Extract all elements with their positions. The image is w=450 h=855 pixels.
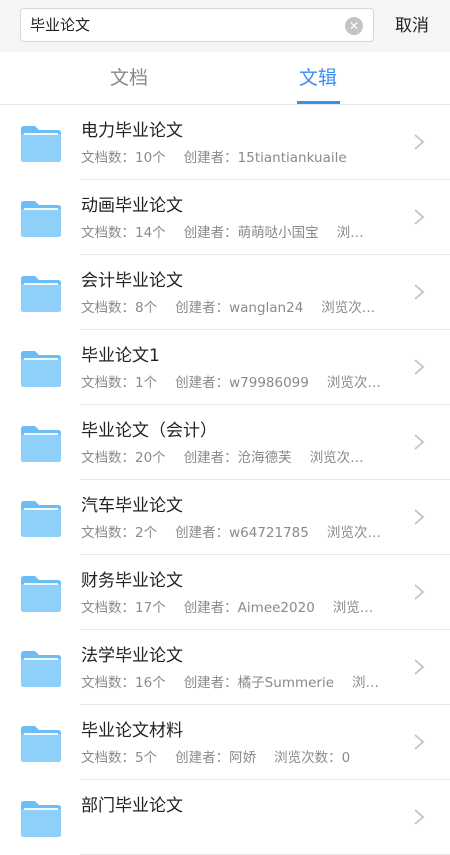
item-title: 财务毕业论文 (81, 571, 183, 591)
creator: 创建者：橘子Summerie (183, 675, 335, 691)
creator: 创建者：w79986099 (175, 375, 309, 391)
item-title: 法学毕业论文 (81, 646, 183, 666)
views: 浏… (336, 225, 364, 241)
views: 浏览… (332, 600, 374, 616)
doc-count: 文档数：2个 (81, 525, 158, 541)
doc-count: 文档数：16个 (81, 675, 166, 691)
list-item[interactable]: 毕业论文材料文档数：5个 创建者：阿娇 浏览次数：0 (0, 705, 450, 780)
item-meta: 文档数：16个 创建者：橘子Summerie 浏… (81, 674, 391, 692)
chevron-right-icon (413, 658, 425, 676)
item-meta: 文档数：10个 创建者：15tiantiankuaile (81, 149, 391, 167)
creator: 创建者：wanglan24 (175, 300, 304, 316)
chevron-right-icon (413, 358, 425, 376)
doc-count: 文档数：8个 (81, 300, 158, 316)
search-input-value[interactable]: 毕业论文 (30, 16, 90, 34)
folder-icon (20, 348, 62, 388)
search-bar-area: 毕业论文 ✕ 取消 (0, 0, 450, 52)
creator: 创建者：w64721785 (175, 525, 309, 541)
chevron-right-icon (413, 808, 425, 826)
folder-icon (20, 423, 62, 463)
tab-bar: 文档 文辑 (0, 52, 450, 105)
item-title: 毕业论文材料 (81, 721, 183, 741)
item-meta: 文档数：1个 创建者：w79986099 浏览次… (81, 374, 391, 392)
tab-documents[interactable]: 文档 (110, 66, 148, 90)
item-meta: 文档数：20个 创建者：沧海德芙 浏览次… (81, 449, 391, 467)
folder-icon (20, 573, 62, 613)
item-title: 毕业论文（会计） (81, 421, 217, 441)
folder-icon (20, 648, 62, 688)
doc-count: 文档数：10个 (81, 150, 166, 166)
folder-icon (20, 198, 62, 238)
active-tab-indicator (297, 101, 340, 104)
folder-icon (20, 123, 62, 163)
item-meta: 文档数：14个 创建者：萌萌哒小国宝 浏… (81, 224, 391, 242)
collection-list: 电力毕业论文 文档数：10个 创建者：15tiantiankuaile 动画毕业论文文… (0, 105, 450, 855)
tab-collections[interactable]: 文辑 (299, 66, 337, 90)
views: 浏览次… (326, 525, 381, 541)
list-item[interactable]: 毕业论文（会计） 文档数：20个 创建者：沧海德芙 浏览次… (0, 405, 450, 480)
item-title: 会计毕业论文 (81, 271, 183, 291)
doc-count: 文档数：20个 (81, 450, 166, 466)
item-meta: 文档数：2个 创建者：w64721785 浏览次… (81, 524, 391, 542)
chevron-right-icon (413, 133, 425, 151)
folder-icon (20, 723, 62, 763)
creator: 创建者：沧海德芙 (183, 450, 292, 466)
item-title: 电力毕业论文 (81, 121, 183, 141)
doc-count: 文档数：14个 (81, 225, 166, 241)
list-item[interactable]: 电力毕业论文文档数：10个 创建者：15tiantiankuaile (0, 105, 450, 180)
creator: 创建者：15tiantiankuaile (183, 150, 347, 166)
creator: 创建者：萌萌哒小国宝 (183, 225, 319, 241)
cancel-button[interactable]: 取消 (395, 15, 429, 37)
clear-icon[interactable]: ✕ (345, 17, 363, 35)
chevron-right-icon (413, 208, 425, 226)
doc-count: 文档数：1个 (81, 375, 158, 391)
chevron-right-icon (413, 583, 425, 601)
views: 浏览次数：0 (274, 750, 351, 766)
item-meta: 文档数：8个 创建者：wanglan24 浏览次… (81, 299, 391, 317)
chevron-right-icon (413, 283, 425, 301)
list-item[interactable]: 法学毕业论文文档数：16个 创建者：橘子Summerie 浏… (0, 630, 450, 705)
creator: 创建者：Aimee2020 (183, 600, 315, 616)
chevron-right-icon (413, 508, 425, 526)
item-meta: 文档数：17个 创建者：Aimee2020 浏览… (81, 599, 391, 617)
list-item[interactable]: 财务毕业论文文档数：17个 创建者：Aimee2020 浏览… (0, 555, 450, 630)
item-meta: 文档数：5个 创建者：阿娇 浏览次数：0 (81, 749, 391, 767)
views: 浏览次… (321, 300, 376, 316)
doc-count: 文档数：17个 (81, 600, 166, 616)
creator: 创建者：阿娇 (175, 750, 257, 766)
folder-icon (20, 273, 62, 313)
item-title: 动画毕业论文 (81, 196, 183, 216)
item-meta (81, 824, 391, 842)
item-title: 汽车毕业论文 (81, 496, 183, 516)
item-title: 部门毕业论文 (81, 796, 183, 816)
chevron-right-icon (413, 733, 425, 751)
list-item[interactable]: 毕业论文1 文档数：1个 创建者：w79986099 浏览次… (0, 330, 450, 405)
chevron-right-icon (413, 433, 425, 451)
list-item[interactable]: 动画毕业论文文档数：14个 创建者：萌萌哒小国宝 浏… (0, 180, 450, 255)
search-input[interactable]: 毕业论文 ✕ (20, 8, 374, 42)
folder-icon (20, 798, 62, 838)
doc-count: 文档数：5个 (81, 750, 158, 766)
list-item[interactable]: 汽车毕业论文文档数：2个 创建者：w64721785 浏览次… (0, 480, 450, 555)
views: 浏览次… (309, 450, 364, 466)
views: 浏… (352, 675, 380, 691)
list-item[interactable]: 部门毕业论文 (0, 780, 450, 855)
folder-icon (20, 498, 62, 538)
list-item[interactable]: 会计毕业论文文档数：8个 创建者：wanglan24 浏览次… (0, 255, 450, 330)
views: 浏览次… (326, 375, 381, 391)
item-title: 毕业论文1 (81, 346, 160, 366)
